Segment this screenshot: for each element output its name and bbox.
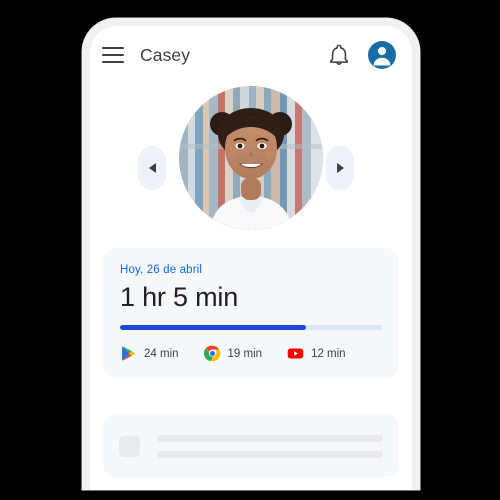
google-play-icon — [120, 345, 137, 362]
progress-fill — [120, 325, 307, 331]
app-usage-time: 19 min — [227, 347, 263, 360]
profile-photo[interactable] — [179, 86, 323, 230]
app-usage-item[interactable]: 24 min — [120, 345, 179, 362]
account-avatar-icon[interactable] — [368, 41, 396, 69]
carousel-prev-button[interactable] — [138, 146, 166, 190]
hamburger-menu-icon[interactable] — [102, 47, 124, 63]
youtube-icon — [287, 345, 304, 362]
placeholder-lines — [157, 434, 383, 458]
bell-icon[interactable] — [328, 44, 350, 66]
screen-time-total: 1 hr 5 min — [120, 282, 239, 312]
placeholder-card[interactable] — [103, 414, 399, 478]
app-usage-item[interactable]: 19 min — [203, 345, 263, 362]
placeholder-line — [157, 434, 383, 442]
app-usage-item[interactable]: 12 min — [287, 345, 346, 362]
placeholder-thumbnail — [119, 435, 140, 457]
carousel-next-button[interactable] — [326, 146, 354, 190]
chrome-icon — [203, 345, 221, 362]
profile-carousel — [90, 84, 412, 252]
screen-time-progress-bar[interactable] — [120, 325, 382, 331]
app-usage-list: 24 min 19 min 12 min — [120, 345, 382, 362]
app-usage-time: 12 min — [311, 347, 346, 360]
chevron-right-icon — [336, 163, 344, 173]
chevron-left-icon — [148, 163, 156, 173]
app-bar: Casey — [90, 26, 412, 84]
screen-time-date: Hoy, 26 de abril — [120, 264, 203, 276]
phone-screen: Casey Hoy, 26 de abril 1 hr 5 min 24 min… — [90, 26, 412, 490]
screen-time-card[interactable]: Hoy, 26 de abril 1 hr 5 min 24 min 19 mi… — [103, 248, 399, 379]
page-title: Casey — [140, 44, 191, 65]
app-usage-time: 24 min — [144, 347, 179, 360]
placeholder-line — [157, 450, 383, 458]
screenshot-stage: Casey Hoy, 26 de abril 1 hr 5 min 24 min… — [0, 0, 500, 500]
